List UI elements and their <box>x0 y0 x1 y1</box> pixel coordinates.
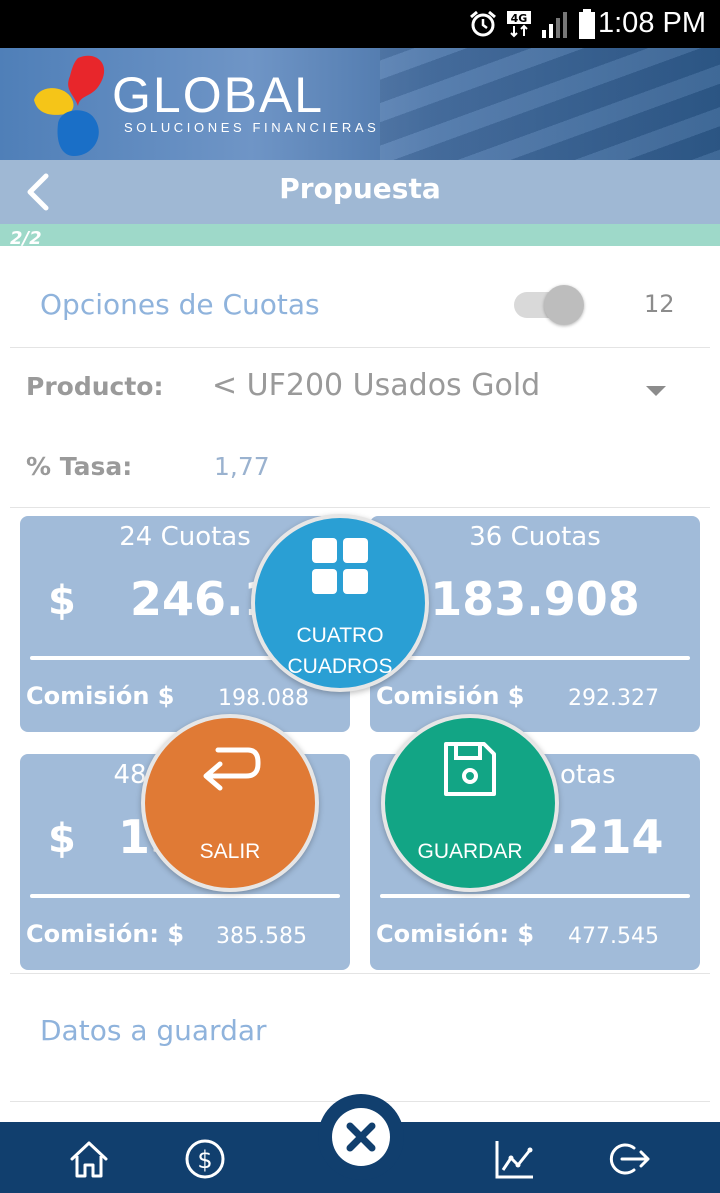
rate-label: % Tasa: <box>26 452 133 481</box>
chevron-down-icon[interactable] <box>646 386 666 396</box>
card-divider <box>380 894 690 898</box>
dollar-icon[interactable]: $ <box>184 1138 226 1180</box>
plan-amount: .214 <box>550 810 664 864</box>
brand-name: GLOBAL <box>112 67 325 123</box>
product-row: Producto: < UF200 Usados Gold <box>10 348 710 428</box>
page-title: Propuesta <box>279 172 441 205</box>
logout-icon[interactable] <box>608 1138 650 1180</box>
commission-value: 385.585 <box>216 924 307 949</box>
step-indicator: 2/2 <box>10 228 42 249</box>
installment-count: 12 <box>644 290 675 318</box>
currency-symbol: $ <box>48 578 76 624</box>
rate-value: 1,77 <box>214 452 270 481</box>
return-arrow-icon <box>203 747 261 791</box>
commission-label: Comisión: $ <box>376 920 535 948</box>
salir-label: SALIR <box>199 840 261 863</box>
guardar-button[interactable]: GUARDAR <box>381 714 559 892</box>
brand-banner: GLOBAL SOLUCIONES FINANCIERAS <box>0 48 720 160</box>
guardar-label: GUARDAR <box>417 840 523 863</box>
product-label: Producto: <box>26 372 164 401</box>
home-icon[interactable] <box>68 1138 110 1180</box>
commission-value: 292.327 <box>568 686 659 711</box>
installment-options-row: Opciones de Cuotas 12 <box>10 262 710 348</box>
commission-label: Comisión $ <box>26 682 175 710</box>
rate-row: % Tasa: 1,77 <box>10 428 710 508</box>
cuatro-label-line1: CUATRO <box>296 624 384 647</box>
cuatro-cuadros-button[interactable]: CUATRO CUADROS <box>251 514 429 692</box>
installment-options-label: Opciones de Cuotas <box>40 288 320 321</box>
divider <box>10 973 710 974</box>
network-4g-icon: 4G <box>507 11 531 38</box>
product-select[interactable]: < UF200 Usados Gold <box>212 368 540 403</box>
commission-value: 198.088 <box>218 686 309 711</box>
step-progress: 2/2 <box>0 224 720 249</box>
salir-button[interactable]: SALIR <box>141 714 319 892</box>
close-icon <box>346 1122 376 1152</box>
brand-tagline: SOLUCIONES FINANCIERAS <box>124 120 380 135</box>
plan-title: 36 Cuotas <box>469 522 601 552</box>
alarm-icon <box>470 10 496 37</box>
plan-title: otas <box>560 760 616 790</box>
card-divider <box>380 656 690 660</box>
toggle-knob <box>544 285 584 325</box>
close-menu-button[interactable] <box>318 1094 404 1180</box>
grid-icon <box>312 538 368 594</box>
commission-value: 477.545 <box>568 924 659 949</box>
cuatro-label-line2: CUADROS <box>287 655 393 678</box>
status-icons: 4G <box>468 8 596 40</box>
clock: 1:08 PM <box>598 7 706 39</box>
svg-text:$: $ <box>197 1146 212 1174</box>
datos-a-guardar-header[interactable]: Datos a guardar <box>40 1014 267 1047</box>
currency-symbol: $ <box>48 816 76 862</box>
page-header: Propuesta <box>0 160 720 224</box>
save-disk-icon <box>444 742 496 796</box>
signal-icon <box>542 12 567 38</box>
card-divider <box>30 894 340 898</box>
svg-text:4G: 4G <box>511 12 528 25</box>
commission-label: Comisión $ <box>376 682 525 710</box>
chart-icon[interactable] <box>494 1138 536 1180</box>
status-bar: 4G 1:08 PM <box>0 0 720 48</box>
battery-icon <box>579 9 595 39</box>
installment-options-toggle[interactable] <box>514 285 584 325</box>
commission-label: Comisión: $ <box>26 920 185 948</box>
